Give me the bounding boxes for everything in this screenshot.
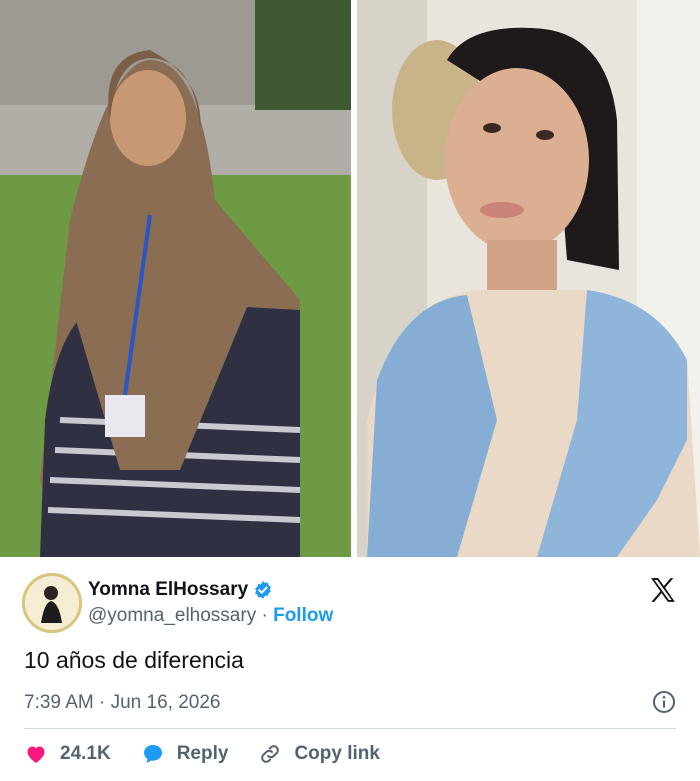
avatar[interactable]	[22, 573, 82, 633]
handle-separator: ·	[261, 605, 268, 626]
user-handle[interactable]: @yomna_elhossary	[88, 605, 256, 626]
reply-label: Reply	[176, 743, 229, 764]
tweet-actions: 24.1K Reply Copy link	[24, 742, 380, 766]
like-count: 24.1K	[60, 743, 111, 764]
tweet-timestamp[interactable]: 7:39 AM · Jun 16, 2026	[24, 692, 220, 714]
tweet-text: 10 años de diferencia	[24, 647, 244, 673]
before-photo-illustration	[0, 0, 351, 557]
before-photo[interactable]	[0, 0, 351, 557]
after-photo-illustration	[357, 0, 700, 557]
copy-link-button[interactable]: Copy link	[258, 742, 380, 766]
tweet-card: Yomna ElHossary @yomna_elhossary · Follo…	[0, 557, 700, 781]
like-button[interactable]: 24.1K	[24, 742, 111, 766]
display-name-row: Yomna ElHossary	[88, 579, 273, 601]
follow-button[interactable]: Follow	[273, 605, 333, 626]
handle-row: @yomna_elhossary · Follow	[88, 605, 333, 627]
display-name[interactable]: Yomna ElHossary	[88, 579, 248, 601]
divider	[24, 728, 676, 729]
link-icon	[261, 745, 280, 763]
photo-collage	[0, 0, 700, 557]
after-photo[interactable]	[357, 0, 700, 557]
heart-icon	[27, 746, 45, 763]
verified-badge-icon	[255, 581, 271, 599]
copy-link-label: Copy link	[294, 743, 380, 764]
reply-bubble-icon	[143, 745, 162, 763]
x-logo-icon[interactable]	[648, 575, 678, 605]
reply-button[interactable]: Reply	[141, 742, 229, 766]
info-icon[interactable]	[652, 690, 676, 714]
